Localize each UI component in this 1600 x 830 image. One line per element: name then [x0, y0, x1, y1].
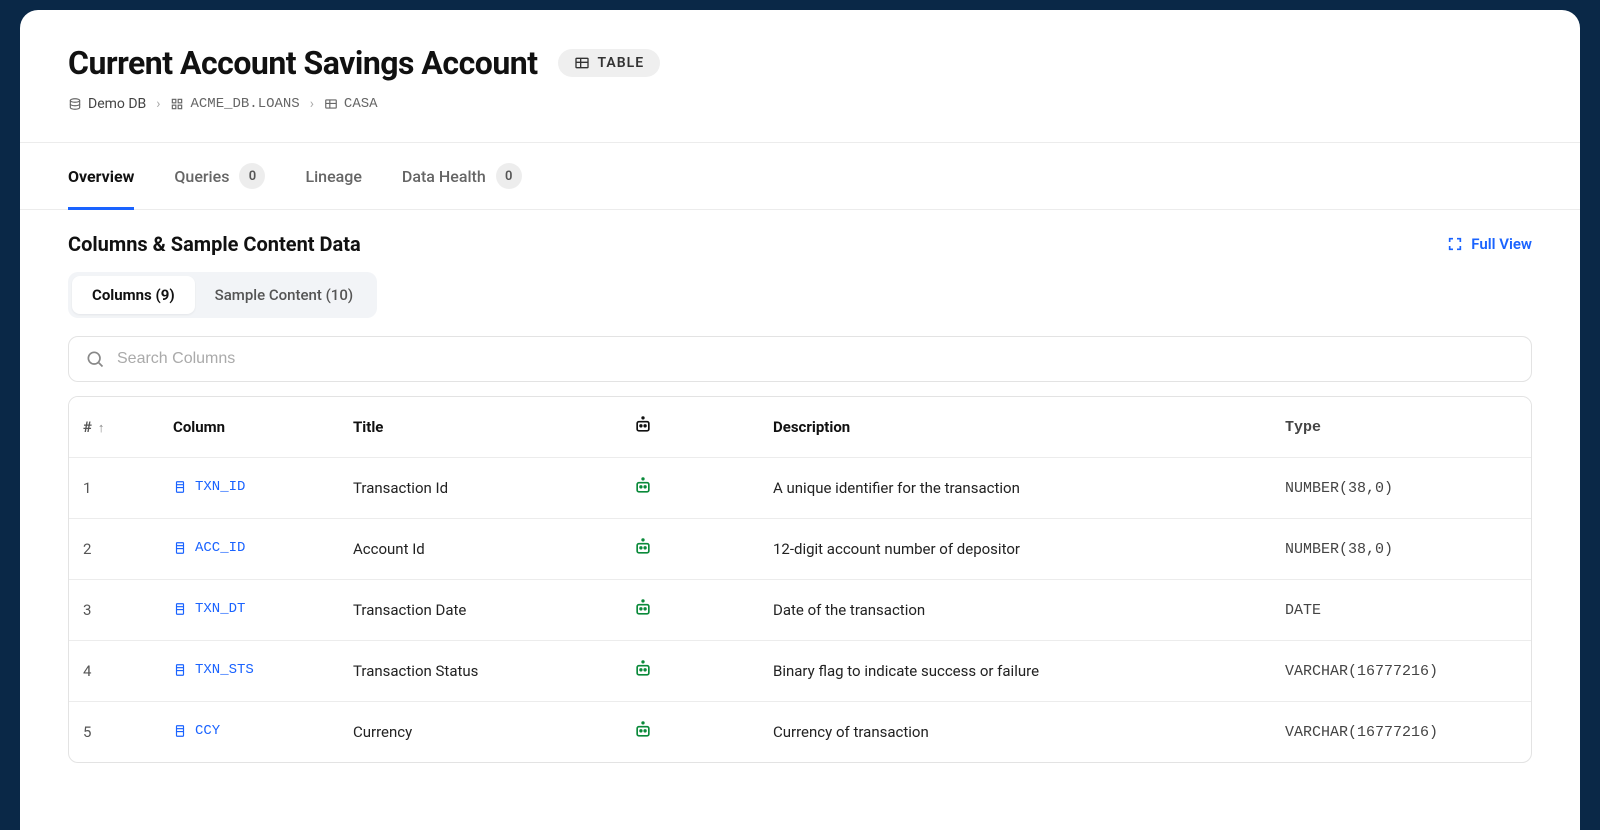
- subtabs: Columns (9) Sample Content (10): [68, 272, 377, 318]
- row-type: NUMBER(38,0): [1271, 519, 1531, 580]
- row-title: Transaction Status: [339, 641, 619, 702]
- expand-icon: [1447, 236, 1463, 252]
- th-title[interactable]: Title: [339, 397, 619, 458]
- title-row: Current Account Savings Account TABLE: [68, 44, 1532, 82]
- th-description[interactable]: Description: [759, 397, 1271, 458]
- row-title: Transaction Date: [339, 580, 619, 641]
- th-number[interactable]: #↑: [69, 397, 159, 458]
- column-name-text: CCY: [195, 723, 220, 739]
- row-type: VARCHAR(16777216): [1271, 641, 1531, 702]
- schema-icon: [170, 97, 184, 111]
- table-row: 5 CCY Currency Currency of transaction V…: [69, 702, 1531, 762]
- bot-icon: [633, 476, 653, 496]
- section-title: Columns & Sample Content Data: [68, 232, 361, 256]
- breadcrumb-schema[interactable]: ACME_DB.LOANS: [170, 96, 299, 112]
- th-ai-generated[interactable]: [619, 397, 759, 458]
- row-ai: [619, 641, 759, 702]
- object-type-badge: TABLE: [558, 49, 661, 77]
- bot-icon: [633, 537, 653, 557]
- content-area: Columns & Sample Content Data Full View …: [20, 210, 1580, 763]
- page-title: Current Account Savings Account: [68, 44, 538, 82]
- bot-icon: [633, 415, 653, 435]
- table-icon: [324, 97, 338, 111]
- bot-icon: [633, 720, 653, 740]
- row-title: Transaction Id: [339, 458, 619, 519]
- subtab-sample-content[interactable]: Sample Content (10): [195, 276, 374, 314]
- data-health-count-badge: 0: [496, 163, 522, 189]
- row-ai: [619, 580, 759, 641]
- row-title: Currency: [339, 702, 619, 762]
- column-name-text: TXN_DT: [195, 601, 245, 617]
- column-link[interactable]: TXN_STS: [173, 662, 254, 678]
- sort-asc-icon: ↑: [98, 421, 105, 436]
- column-link[interactable]: ACC_ID: [173, 540, 245, 556]
- th-column[interactable]: Column: [159, 397, 339, 458]
- column-icon: [173, 724, 187, 738]
- tabs-bar: Overview Queries 0 Lineage Data Health 0: [20, 142, 1580, 210]
- subtab-columns[interactable]: Columns (9): [72, 276, 195, 314]
- page-card: Current Account Savings Account TABLE De…: [20, 10, 1580, 830]
- search-columns-field[interactable]: [68, 336, 1532, 382]
- page-header: Current Account Savings Account TABLE De…: [20, 10, 1580, 124]
- row-number: 4: [69, 641, 159, 702]
- tab-lineage[interactable]: Lineage: [305, 143, 361, 210]
- breadcrumb: Demo DB › ACME_DB.LOANS › CASA: [68, 96, 1532, 112]
- chevron-right-icon: ›: [310, 96, 314, 112]
- database-icon: [68, 97, 82, 111]
- row-type: NUMBER(38,0): [1271, 458, 1531, 519]
- row-ai: [619, 519, 759, 580]
- row-description: Binary flag to indicate success or failu…: [759, 641, 1271, 702]
- row-description: Date of the transaction: [759, 580, 1271, 641]
- tab-data-health[interactable]: Data Health 0: [402, 143, 522, 210]
- column-name-text: TXN_ID: [195, 479, 245, 495]
- table-row: 1 TXN_ID Transaction Id A unique identif…: [69, 458, 1531, 519]
- row-type: VARCHAR(16777216): [1271, 702, 1531, 762]
- column-name-text: ACC_ID: [195, 540, 245, 556]
- row-title: Account Id: [339, 519, 619, 580]
- column-icon: [173, 541, 187, 555]
- breadcrumb-table[interactable]: CASA: [324, 96, 378, 112]
- table-header-row: #↑ Column Title Description Type: [69, 397, 1531, 458]
- table-row: 2 ACC_ID Account Id 12-digit account num…: [69, 519, 1531, 580]
- search-columns-input[interactable]: [117, 350, 1515, 368]
- bot-icon: [633, 598, 653, 618]
- section-head: Columns & Sample Content Data Full View: [68, 232, 1532, 256]
- tab-overview[interactable]: Overview: [68, 143, 134, 210]
- table-row: 4 TXN_STS Transaction Status Binary flag…: [69, 641, 1531, 702]
- columns-table: #↑ Column Title Description Type 1 TXN_I…: [68, 396, 1532, 763]
- row-description: 12-digit account number of depositor: [759, 519, 1271, 580]
- row-number: 1: [69, 458, 159, 519]
- row-ai: [619, 458, 759, 519]
- column-icon: [173, 663, 187, 677]
- object-type-label: TABLE: [598, 55, 645, 71]
- row-number: 3: [69, 580, 159, 641]
- full-view-button[interactable]: Full View: [1447, 235, 1532, 253]
- table-row: 3 TXN_DT Transaction Date Date of the tr…: [69, 580, 1531, 641]
- row-ai: [619, 702, 759, 762]
- tab-queries[interactable]: Queries 0: [174, 143, 265, 210]
- chevron-right-icon: ›: [156, 96, 160, 112]
- row-type: DATE: [1271, 580, 1531, 641]
- queries-count-badge: 0: [239, 163, 265, 189]
- column-icon: [173, 480, 187, 494]
- breadcrumb-db[interactable]: Demo DB: [68, 96, 146, 112]
- row-description: A unique identifier for the transaction: [759, 458, 1271, 519]
- table-icon: [574, 55, 590, 71]
- bot-icon: [633, 659, 653, 679]
- column-link[interactable]: TXN_ID: [173, 479, 245, 495]
- column-name-text: TXN_STS: [195, 662, 254, 678]
- row-number: 5: [69, 702, 159, 762]
- row-description: Currency of transaction: [759, 702, 1271, 762]
- th-type[interactable]: Type: [1271, 397, 1531, 458]
- search-icon: [85, 349, 105, 369]
- column-link[interactable]: CCY: [173, 723, 220, 739]
- row-number: 2: [69, 519, 159, 580]
- column-icon: [173, 602, 187, 616]
- column-link[interactable]: TXN_DT: [173, 601, 245, 617]
